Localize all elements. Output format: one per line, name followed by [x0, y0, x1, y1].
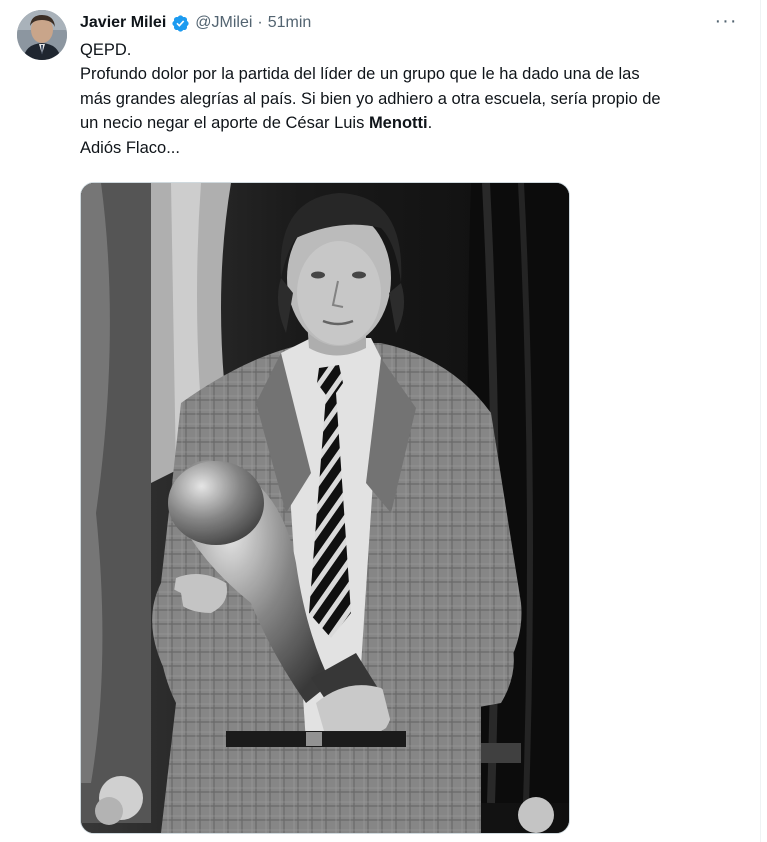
photo-menotti-with-world-cup-trophy	[81, 183, 569, 833]
tweet-text-line: Adiós Flaco...	[80, 138, 180, 157]
separator-dot: ·	[257, 14, 263, 31]
tweet-text-segment: un necio negar el aporte de César Luis	[80, 114, 369, 133]
verified-badge-icon	[171, 14, 190, 33]
tweet-timestamp[interactable]: 51min	[268, 14, 312, 32]
tweet-text-segment: .	[427, 114, 433, 133]
tweet-text: QEPD. Profundo dolor por la partida del …	[80, 38, 745, 160]
avatar[interactable]	[17, 10, 67, 60]
timeline-border	[760, 0, 761, 842]
more-icon: ···	[714, 9, 738, 32]
tweet-text-line: Profundo dolor por la partida del líder …	[80, 65, 640, 84]
tweet-header: Javier Milei @JMilei · 51min	[80, 11, 311, 35]
tweet-text-line: un necio negar el aporte de César Luis M…	[80, 111, 745, 135]
avatar-image	[17, 10, 67, 60]
tweet-text-bold-name: Menotti	[368, 114, 428, 133]
tweet-photo[interactable]	[80, 182, 570, 834]
more-options-button[interactable]: ···	[711, 8, 741, 34]
author-handle[interactable]: @JMilei	[195, 14, 252, 32]
tweet-text-line: QEPD.	[80, 41, 132, 59]
author-display-name[interactable]: Javier Milei	[80, 14, 166, 32]
tweet-text-line: más grandes alegrías al país. Si bien yo…	[80, 89, 661, 108]
